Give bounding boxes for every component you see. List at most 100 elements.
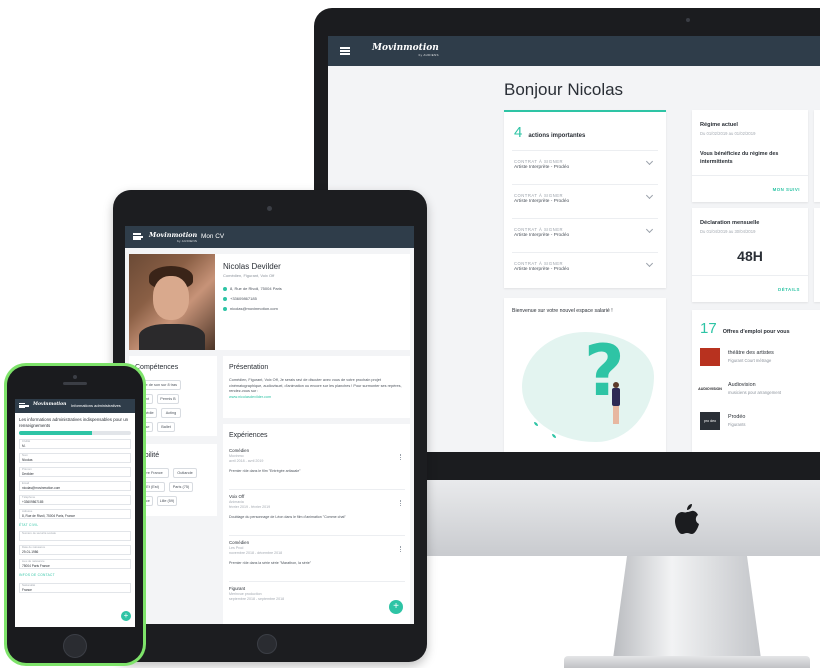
declaration-title: Déclaration mensuelle [700, 220, 760, 226]
offer-role: musiciens pour arrangement [728, 390, 782, 395]
declaration-card: Déclaration mensuelle Du 01/04/2019 au 3… [692, 208, 808, 302]
menu-icon[interactable] [133, 233, 143, 240]
action-tag: CONTRAT À SIGNER [514, 159, 564, 164]
action-tag: CONTRAT À SIGNER [514, 227, 564, 232]
job-offer-item[interactable]: AUDIOVISION Audiovision musiciens pour a… [698, 380, 820, 402]
brand-logo[interactable]: Movinmotion by AUDIENS [149, 231, 197, 243]
action-desc: Artiste Interprète - Prodéo [514, 199, 570, 204]
chevron-down-icon[interactable] [645, 259, 654, 268]
profile-photo [129, 254, 215, 350]
section-label: ÉTAT CIVIL [19, 523, 39, 527]
top-bar: Movinmotion Informations administratives [15, 399, 135, 413]
person-illustration [610, 382, 622, 426]
home-button [257, 634, 277, 654]
welcome-card: Bienvenue sur votre nouvel espace salari… [504, 298, 666, 452]
declaration-dates: Du 01/04/2019 au 30/04/2019 [700, 229, 756, 234]
action-item[interactable]: CONTRAT À SIGNER Artiste Interprète - Pr… [512, 184, 658, 214]
job-offer-item[interactable]: pro deo Prodéo Figurants [700, 412, 820, 434]
experience-desc: Premier rôle dans le film "Entrégée arti… [229, 469, 301, 474]
social-security-field[interactable]: Numéro de sécurité sociale [19, 531, 131, 541]
first-name-field[interactable]: Prénom Devilder [19, 467, 131, 477]
page-title: Bonjour Nicolas [504, 80, 624, 99]
chevron-down-icon[interactable] [645, 191, 654, 200]
section-label: INFOS DE CONTACT [19, 573, 55, 577]
welcome-text: Bienvenue sur votre nouvel espace salari… [512, 308, 613, 314]
email-icon [223, 306, 227, 311]
action-desc: Artiste Interprète - Prodéo [514, 267, 570, 272]
experience-item[interactable]: Comédien Movinmo avril 2018 - avril 2019… [229, 448, 405, 490]
experience-item[interactable]: Figurant Merinvue production septembre 2… [229, 586, 405, 616]
divider [692, 175, 808, 176]
action-item[interactable]: CONTRAT À SIGNER Artiste Interprète - Pr… [512, 252, 658, 282]
regime-text: Vous bénéficiez du régime des intermitte… [700, 151, 779, 166]
experience-title: Figurant [229, 586, 246, 591]
experience-dates: septembre 2018 - septembre 2018 [229, 597, 285, 602]
offer-company: Audiovision [728, 382, 756, 388]
mon-suivi-link[interactable]: MON SUIVI [773, 187, 800, 192]
actions-label: actions importantes [528, 133, 586, 139]
profile-phone: +33609867185 [223, 296, 257, 301]
action-item[interactable]: CONTRAT À SIGNER Artiste Interprète - Pr… [512, 150, 658, 180]
experience-title: Voix Off [229, 494, 245, 499]
leaf-decoration [534, 422, 538, 426]
civility-field[interactable]: Civilité M. [19, 439, 131, 449]
experience-dates: novembre 2018 - décembre 2018 [229, 551, 283, 556]
regime-title: Régime actuel [700, 122, 738, 128]
phone-icon [223, 296, 227, 301]
declaration-hours: 48H [737, 248, 763, 264]
birth-place-field[interactable]: Lieu de naissance 75004 Paris France [19, 559, 131, 569]
menu-icon[interactable] [340, 47, 350, 55]
more-options-icon[interactable] [400, 500, 401, 506]
experiences-title: Expériences [229, 432, 268, 439]
skill-chip: Acting [161, 408, 181, 418]
action-tag: CONTRAT À SIGNER [514, 193, 564, 198]
experience-item[interactable]: Voix Off Animavia février 2019 - février… [229, 494, 405, 536]
form-heading: Les informations administratives indispe… [19, 417, 129, 428]
skill-chip: Ballet [157, 422, 175, 432]
email-field[interactable]: Email nicolas@movinmotion.com [19, 481, 131, 491]
details-link[interactable]: DÉTAILS [778, 287, 800, 292]
experience-item[interactable]: Comédien Les Prod novembre 2018 - décemb… [229, 540, 405, 582]
phone-screen: Movinmotion Informations administratives… [15, 399, 135, 627]
cropped-card: He Da [814, 110, 820, 202]
website-link[interactable]: www.nicolasdevilder.com [229, 395, 271, 399]
last-name-field[interactable]: Nom Nicolas [19, 453, 131, 463]
more-options-icon[interactable] [400, 546, 401, 552]
chevron-down-icon[interactable] [645, 157, 654, 166]
job-offer-item[interactable]: théâtre des artistes Figurant Court métr… [700, 348, 820, 370]
regime-dates: Du 01/02/2019 au 01/02/2019 [700, 131, 756, 136]
location-icon [223, 286, 227, 291]
experience-title: Comédien [229, 448, 250, 453]
chevron-down-icon[interactable] [645, 225, 654, 234]
imac-stand [612, 556, 762, 666]
skill-chip: Permis B [157, 394, 179, 404]
profile-name: Nicolas Devilder [223, 262, 281, 271]
nationality-field[interactable]: Nationalité France [19, 583, 131, 593]
tablet-screen: Movinmotion by AUDIENS Mon CV Nicolas Dev… [125, 226, 414, 624]
offer-company: théâtre des artistes [728, 350, 774, 356]
offer-role: Figurants [728, 422, 746, 427]
more-options-icon[interactable] [400, 454, 401, 460]
birth-date-field[interactable]: Date de naissance 29-01-1986 [19, 545, 131, 555]
progress-bar [19, 431, 131, 435]
address-field[interactable]: Adresse 8, Rue de Rivoli, 75004 Paris, Fr… [19, 509, 131, 519]
menu-icon[interactable] [19, 403, 29, 408]
camera [686, 18, 690, 22]
mobility-chip: Paris (75) [169, 482, 193, 492]
phone-field[interactable]: Téléphone +33609867185 [19, 495, 131, 505]
ipad-device: Movinmotion by AUDIENS Mon CV Nicolas Dev… [113, 190, 427, 662]
job-offers-card: 17 Offres d'emploi pour vous théâtre des… [692, 310, 820, 452]
presentation-title: Présentation [229, 364, 269, 371]
add-button[interactable]: + [121, 611, 131, 621]
camera [267, 206, 272, 211]
profile-address: 8, Rue de Rivoli, 75004 Paris [223, 286, 282, 291]
camera [73, 375, 77, 379]
experience-dates: avril 2018 - avril 2019 [229, 459, 264, 464]
action-item[interactable]: CONTRAT À SIGNER Artiste Interprète - Pr… [512, 218, 658, 248]
add-button[interactable]: + [389, 600, 403, 614]
divider [692, 275, 808, 276]
brand-logo[interactable]: Movinmotion by AUDIENS [372, 43, 439, 57]
speaker [63, 382, 87, 385]
home-button [63, 634, 87, 658]
brand-logo[interactable]: Movinmotion [33, 402, 66, 407]
